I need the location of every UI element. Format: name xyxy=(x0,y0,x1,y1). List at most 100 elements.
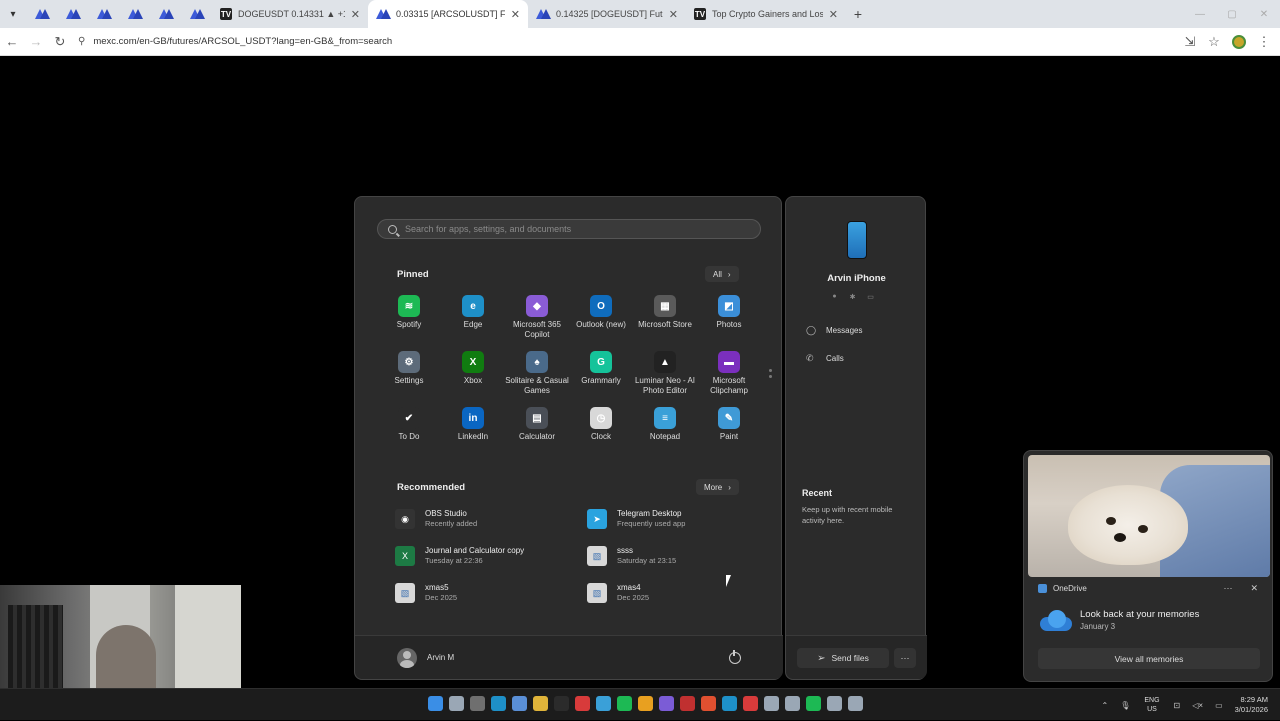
pinned-app[interactable]: ▦Microsoft Store xyxy=(633,295,697,351)
clock[interactable]: 8:29 AM 3/01/2026 xyxy=(1235,695,1268,715)
taskbar-app-icon[interactable] xyxy=(848,696,863,711)
recommended-item[interactable]: ➤Telegram DesktopFrequently used app xyxy=(587,509,765,546)
back-arrow-icon[interactable]: ← xyxy=(0,30,24,54)
all-apps-button[interactable]: All › xyxy=(705,266,739,282)
pinned-tab[interactable] xyxy=(88,0,119,28)
start-search-input[interactable]: Search for apps, settings, and documents xyxy=(377,219,761,239)
view-all-memories-button[interactable]: View all memories xyxy=(1038,648,1260,669)
taskbar-app-icon[interactable] xyxy=(659,696,674,711)
pinned-page-dots[interactable] xyxy=(769,369,772,381)
profile-avatar[interactable] xyxy=(1232,35,1246,49)
pinned-app[interactable]: GGrammarly xyxy=(569,351,633,407)
taskbar-app-icon[interactable] xyxy=(428,696,443,711)
pinned-app[interactable]: ▲Luminar Neo - AI Photo Editor xyxy=(633,351,697,407)
site-info-icon[interactable]: ⚲ xyxy=(78,36,85,47)
pinned-app[interactable]: ◷Clock xyxy=(569,407,633,463)
taskbar-app-icon[interactable] xyxy=(617,696,632,711)
phone-more-button[interactable]: ··· xyxy=(894,648,916,668)
taskbar-app-icon[interactable] xyxy=(785,696,800,711)
taskbar-app-icon[interactable] xyxy=(638,696,653,711)
pinned-app[interactable]: ◩Photos xyxy=(697,295,761,351)
taskbar-app-icon[interactable] xyxy=(533,696,548,711)
maximize-icon[interactable]: ▢ xyxy=(1216,0,1248,28)
pinned-app[interactable]: ✔To Do xyxy=(377,407,441,463)
new-tab-button[interactable]: + xyxy=(846,6,870,22)
forward-arrow-icon[interactable]: → xyxy=(24,30,48,54)
microphone-icon[interactable]: 🎙︎ xyxy=(1120,701,1130,710)
taskbar-app-icon[interactable] xyxy=(764,696,779,711)
tab-close-icon[interactable]: ✕ xyxy=(829,8,838,21)
taskbar-app-icon[interactable] xyxy=(827,696,842,711)
user-name[interactable]: Arvin M xyxy=(427,653,454,662)
close-window-icon[interactable]: ✕ xyxy=(1248,0,1280,28)
recommended-item[interactable]: ▧xmas5Dec 2025 xyxy=(395,583,587,620)
network-icon[interactable]: ⊡ xyxy=(1174,701,1181,710)
bookmark-star-icon[interactable]: ☆ xyxy=(1202,30,1226,54)
phone-link-messages[interactable]: ◯Messages xyxy=(806,325,862,336)
pinned-app[interactable]: ✎Paint xyxy=(697,407,761,463)
browser-tab[interactable]: TVTop Crypto Gainers and Losers✕ xyxy=(686,0,846,28)
recommended-item[interactable]: XJournal and Calculator copyTuesday at 2… xyxy=(395,546,587,583)
taskbar-app-icon[interactable] xyxy=(806,696,821,711)
pinned-app[interactable]: ≋Spotify xyxy=(377,295,441,351)
phone-link-calls[interactable]: ✆Calls xyxy=(806,353,844,364)
battery-tray-icon[interactable]: ▭ xyxy=(1215,701,1223,710)
pinned-app[interactable]: ▤Calculator xyxy=(505,407,569,463)
pinned-tab[interactable] xyxy=(57,0,88,28)
system-tray: ⌃ 🎙︎ ENG US ⊡ ◁× ▭ 8:29 AM 3/01/2026 xyxy=(1096,689,1280,721)
taskbar-app-icon[interactable] xyxy=(722,696,737,711)
toast-more-icon[interactable]: ··· xyxy=(1223,583,1232,594)
tab-close-icon[interactable]: ✕ xyxy=(351,8,360,21)
pinned-tab[interactable] xyxy=(26,0,57,28)
pinned-app[interactable]: ◆Microsoft 365 Copilot xyxy=(505,295,569,351)
tab-close-icon[interactable]: ✕ xyxy=(669,8,678,21)
tab-close-icon[interactable]: ✕ xyxy=(511,8,520,21)
taskbar-app-icon[interactable] xyxy=(470,696,485,711)
taskbar-app-icon[interactable] xyxy=(449,696,464,711)
taskbar-app-icon[interactable] xyxy=(491,696,506,711)
taskbar-app-icon[interactable] xyxy=(680,696,695,711)
volume-icon[interactable]: ◁× xyxy=(1192,701,1203,710)
pinned-app[interactable]: ≡Notepad xyxy=(633,407,697,463)
send-files-button[interactable]: ➢ Send files xyxy=(797,648,889,668)
taskbar-app-icon[interactable] xyxy=(512,696,527,711)
pinned-tab[interactable] xyxy=(181,0,212,28)
pinned-app[interactable]: ▬Microsoft Clipchamp xyxy=(697,351,761,407)
tray-overflow-icon[interactable]: ⌃ xyxy=(1102,701,1109,710)
pinned-app-label: Spotify xyxy=(397,320,421,330)
user-avatar[interactable] xyxy=(397,648,417,668)
address-bar[interactable]: ⚲ mexc.com/en-GB/futures/ARCSOL_USDT?lan… xyxy=(72,31,1178,53)
pinned-tab[interactable] xyxy=(150,0,181,28)
minimize-icon[interactable]: — xyxy=(1184,0,1216,28)
taskbar-app-icon[interactable] xyxy=(575,696,590,711)
onedrive-notification[interactable]: OneDrive ··· ✕ Look back at your memorie… xyxy=(1023,450,1273,682)
obs-icon: ◉ xyxy=(395,509,415,529)
language-indicator[interactable]: ENG US xyxy=(1144,696,1159,714)
browser-tab[interactable]: TVDOGEUSDT 0.14331 ▲ +1.01%✕ xyxy=(212,0,368,28)
install-app-icon[interactable]: ⇲ xyxy=(1178,30,1202,54)
pinned-app[interactable]: ⚙Settings xyxy=(377,351,441,407)
recommended-item[interactable]: ◉OBS StudioRecently added xyxy=(395,509,587,546)
memory-photo[interactable] xyxy=(1028,455,1270,577)
more-recommended-button[interactable]: More › xyxy=(696,479,739,495)
power-icon[interactable] xyxy=(729,652,741,664)
pinned-app[interactable]: ♠Solitaire & Casual Games xyxy=(505,351,569,407)
pinned-tab[interactable] xyxy=(119,0,150,28)
recommended-item[interactable]: ▧xmas4Dec 2025 xyxy=(587,583,765,620)
toast-close-icon[interactable]: ✕ xyxy=(1250,583,1258,594)
mexc-icon xyxy=(66,9,80,19)
browser-tab[interactable]: 0.14325 [DOGEUSDT] Futures✕ xyxy=(528,0,686,28)
taskbar-app-icon[interactable] xyxy=(701,696,716,711)
pinned-app[interactable]: inLinkedIn xyxy=(441,407,505,463)
taskbar-app-icon[interactable] xyxy=(554,696,569,711)
pinned-app[interactable]: XXbox xyxy=(441,351,505,407)
taskbar-app-icon[interactable] xyxy=(743,696,758,711)
reload-icon[interactable]: ↻ xyxy=(48,30,72,54)
browser-menu-icon[interactable]: ⋮ xyxy=(1252,30,1276,54)
taskbar-app-icon[interactable] xyxy=(596,696,611,711)
recommended-item[interactable]: ▧ssssSaturday at 23:15 xyxy=(587,546,765,583)
pinned-app[interactable]: OOutlook (new) xyxy=(569,295,633,351)
pinned-app[interactable]: eEdge xyxy=(441,295,505,351)
tab-search-chevron-icon[interactable]: ▾ xyxy=(0,0,26,28)
browser-tab[interactable]: 0.03315 [ARCSOLUSDT] Futures✕ xyxy=(368,0,528,28)
